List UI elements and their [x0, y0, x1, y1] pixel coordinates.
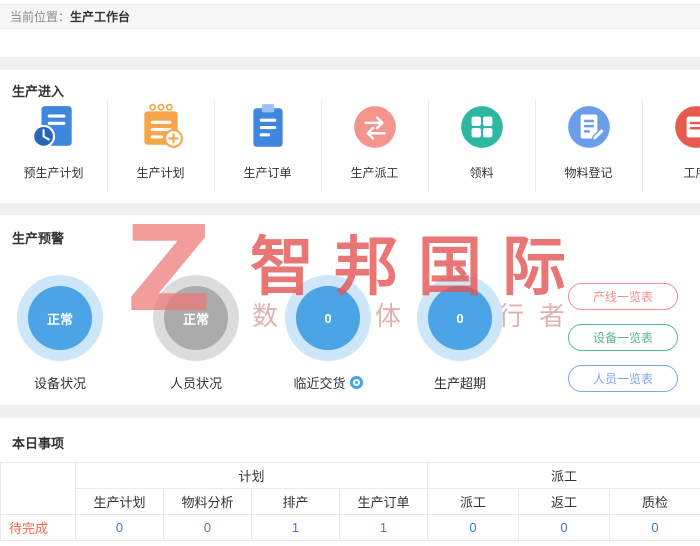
equipment-list-button[interactable]: 设备一览表 [568, 324, 678, 351]
production-dispatch-icon [350, 102, 400, 152]
entry-item-label: 生产计划 [136, 166, 185, 180]
breadcrumb-current-page: 生产工作台 [70, 10, 131, 24]
section-divider [0, 405, 700, 418]
entry-item-production-dispatch[interactable]: 生产派工 [321, 100, 428, 192]
entry-item-label: 工序 [683, 166, 700, 180]
entry-item-process[interactable]: 工序 [642, 100, 700, 192]
entry-item-production-order[interactable]: 生产订单 [214, 100, 321, 192]
section-title-warning: 生产预警 [12, 231, 65, 246]
gear-icon[interactable] [349, 376, 363, 389]
production-warning-section: 生产预警 数智一体化先行者 正常 设备状况 正常 人员状况 0 临近交货 0 生… [0, 215, 700, 405]
gauge-value: 正常 [164, 286, 228, 350]
gauge-ring: 0 [285, 275, 371, 361]
entry-item-label: 生产订单 [243, 166, 292, 180]
section-divider [0, 57, 700, 70]
pending-production-order-count[interactable]: 1 [338, 514, 429, 541]
table-row-pending: 待完成 0 0 1 1 0 0 0 [0, 514, 700, 541]
entry-icon-row: 预生产计划 生产计划 生产订单 生产派工 领料 物料登记 工 [0, 100, 700, 192]
pending-quality-check-count[interactable]: 0 [609, 514, 700, 541]
section-title-today: 本日事项 [12, 436, 65, 451]
material-register-icon [564, 102, 614, 152]
entry-item-label: 生产派工 [350, 166, 399, 180]
column-header: 物料分析 [163, 488, 252, 515]
column-header: 排产 [251, 488, 340, 515]
entry-item-label: 领料 [469, 166, 494, 180]
gauge-ring: 正常 [17, 275, 103, 361]
today-items-section: 本日事项 计划 派工 生产计划 物料分析 排产 生产订单 派工 返工 质检 待完… [0, 418, 700, 546]
column-header: 质检 [609, 488, 700, 515]
table-column-header-row: 生产计划 物料分析 排产 生产订单 派工 返工 质检 [1, 488, 700, 515]
gauge-equipment-status[interactable]: 正常 设备状况 [0, 275, 120, 392]
production-workbench-page: 当前位置： 生产工作台 生产进入 预生产计划 生产计划 生产订单 生产派工 领料… [0, 0, 700, 546]
pending-production-plan-count[interactable]: 0 [75, 514, 164, 541]
group-header-dispatch: 派工 [427, 462, 700, 489]
pending-material-analysis-count[interactable]: 0 [163, 514, 252, 541]
breadcrumb: 当前位置： 生产工作台 [0, 4, 700, 29]
gauge-value: 正常 [28, 286, 92, 350]
today-items-table: 计划 派工 生产计划 物料分析 排产 生产订单 派工 返工 质检 待完成 0 0… [0, 462, 700, 541]
entry-item-material-picking[interactable]: 领料 [428, 100, 535, 192]
gauge-production-overdue[interactable]: 0 生产超期 [400, 275, 520, 392]
column-header: 生产订单 [338, 488, 429, 515]
production-line-list-button[interactable]: 产线一览表 [568, 283, 678, 310]
gauge-label: 设备状况 [33, 376, 86, 391]
gauge-label: 临近交货 [293, 376, 346, 391]
entry-item-pre-production-plan[interactable]: 预生产计划 [0, 102, 107, 181]
row-label: 待完成 [0, 514, 76, 541]
gauge-near-delivery[interactable]: 0 临近交货 [268, 275, 388, 392]
entry-item-label: 预生产计划 [23, 166, 84, 180]
section-divider [0, 203, 700, 215]
gauge-value: 0 [296, 286, 360, 350]
column-header: 生产计划 [75, 488, 164, 515]
pending-scheduling-count[interactable]: 1 [251, 514, 340, 541]
production-plan-icon [136, 102, 186, 152]
gauge-label: 生产超期 [433, 376, 486, 391]
section-title-entry: 生产进入 [12, 84, 65, 99]
material-picking-icon [457, 102, 507, 152]
production-order-icon [243, 102, 293, 152]
group-header-plan: 计划 [74, 462, 429, 489]
gauge-value: 0 [428, 286, 492, 350]
column-header: 返工 [518, 488, 611, 515]
gauge-ring: 正常 [153, 275, 239, 361]
process-icon [671, 102, 700, 152]
entry-item-label: 物料登记 [564, 166, 613, 180]
entry-item-production-plan[interactable]: 生产计划 [107, 100, 214, 192]
personnel-list-button[interactable]: 人员一览表 [568, 365, 678, 392]
gauge-label: 人员状况 [169, 376, 222, 391]
column-header: 派工 [427, 488, 520, 515]
pre-production-plan-icon [29, 102, 79, 152]
production-entry-section: 生产进入 预生产计划 生产计划 生产订单 生产派工 领料 物料登记 工 [0, 70, 700, 203]
pending-dispatch-count[interactable]: 0 [427, 514, 520, 541]
breadcrumb-prefix: 当前位置： [10, 10, 71, 24]
entry-item-material-register[interactable]: 物料登记 [535, 100, 642, 192]
table-group-header-row: 计划 派工 [0, 462, 700, 515]
pending-rework-count[interactable]: 0 [518, 514, 611, 541]
table-corner-cell [0, 462, 76, 515]
gauge-personnel-status[interactable]: 正常 人员状况 [136, 275, 256, 392]
gauge-ring: 0 [417, 275, 503, 361]
